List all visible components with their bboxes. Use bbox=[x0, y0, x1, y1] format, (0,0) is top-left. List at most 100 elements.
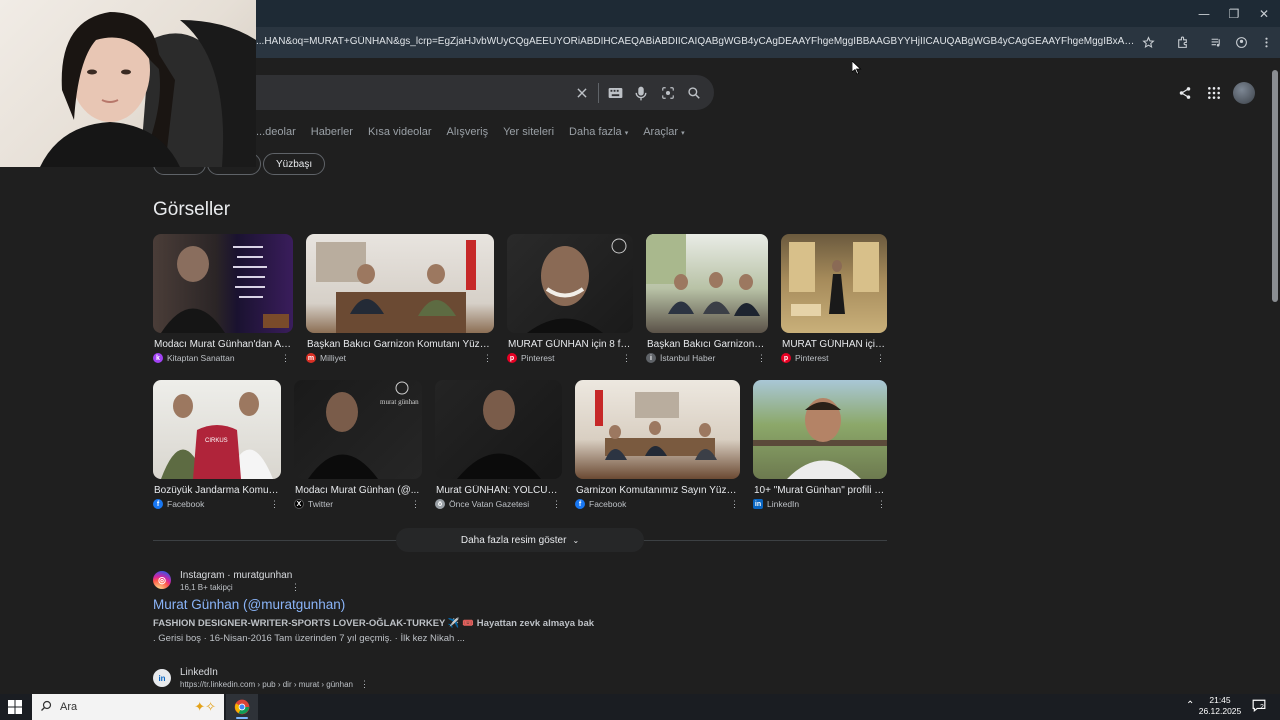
site-favicon-icon: m bbox=[306, 353, 316, 363]
tab-shopping[interactable]: Alışveriş bbox=[447, 126, 489, 142]
more-options-icon[interactable]: ⋮ bbox=[877, 499, 886, 510]
more-images-button[interactable]: Daha fazla resim göster ⌄ bbox=[396, 528, 644, 552]
tab-more[interactable]: Daha fazla ▾ bbox=[569, 126, 628, 142]
tab-news[interactable]: Haberler bbox=[311, 126, 353, 142]
taskbar-chrome-app[interactable] bbox=[226, 694, 258, 720]
image-source[interactable]: p Pinterest bbox=[507, 353, 555, 363]
filter-chip-yuzbasi[interactable]: Yüzbaşı bbox=[263, 153, 326, 175]
url-text[interactable]: ...HAN&oq=MURAT+GÜNHAN&gs_lcrp=EgZjaHJvb… bbox=[256, 36, 1136, 47]
more-options-icon[interactable]: ⋮ bbox=[622, 353, 631, 364]
bookmark-star-icon[interactable] bbox=[1138, 33, 1158, 51]
tab-videos[interactable]: ...deolar bbox=[256, 126, 296, 142]
image-source[interactable]: m Milliyet bbox=[306, 353, 346, 363]
image-caption[interactable]: MURAT GÜNHAN için... bbox=[782, 339, 886, 350]
image-thumbnail[interactable] bbox=[435, 380, 562, 479]
image-thumbnail[interactable] bbox=[646, 234, 768, 333]
result-title-link[interactable]: Murat Günhan (@muratgunhan) bbox=[153, 597, 345, 612]
image-thumbnail[interactable] bbox=[753, 380, 887, 479]
site-favicon-icon: i bbox=[646, 353, 656, 363]
media-controls-icon[interactable] bbox=[1206, 33, 1226, 51]
image-caption[interactable]: Modacı Murat Günhan (@... bbox=[295, 485, 421, 496]
result-snippet: . Gerisi boş · 16-Nisan-2016 Tam üzerind… bbox=[153, 633, 465, 644]
more-options-icon[interactable]: ⋮ bbox=[270, 499, 279, 510]
image-caption[interactable]: MURAT GÜNHAN için 8 fikir bbox=[508, 339, 632, 350]
result-breadcrumb[interactable]: https://tr.linkedin.com › pub › dir › mu… bbox=[180, 680, 353, 689]
more-options-icon[interactable]: ⋮ bbox=[730, 499, 739, 510]
image-caption[interactable]: Modacı Murat Günhan'dan Anl... bbox=[154, 339, 293, 350]
search-divider bbox=[598, 83, 599, 103]
share-icon[interactable] bbox=[1174, 82, 1196, 104]
tab-tools[interactable]: Araçlar ▾ bbox=[643, 126, 684, 142]
result-more-options-icon[interactable]: ⋮ bbox=[360, 679, 369, 690]
sparkle-icon: ✦✧ bbox=[194, 699, 216, 714]
image-source[interactable]: i İstanbul Haber bbox=[646, 353, 715, 363]
linkedin-icon: in bbox=[753, 499, 763, 509]
more-options-icon[interactable]: ⋮ bbox=[757, 353, 766, 364]
clock-date: 26.12.2025 bbox=[1198, 706, 1242, 716]
site-favicon-icon: ö bbox=[435, 499, 445, 509]
more-options-icon[interactable]: ⋮ bbox=[281, 353, 290, 364]
image-caption[interactable]: Bozüyük Jandarma Komuta... bbox=[154, 485, 280, 496]
image-thumbnail[interactable] bbox=[153, 234, 293, 333]
tab-short-videos[interactable]: Kısa videolar bbox=[368, 126, 432, 142]
extensions-icon[interactable] bbox=[1172, 33, 1192, 51]
lens-search-icon[interactable] bbox=[659, 84, 677, 102]
image-source[interactable]: f Facebook bbox=[575, 499, 626, 509]
taskbar-search-box[interactable]: Ara ✦✧ bbox=[32, 694, 224, 720]
more-options-icon[interactable]: ⋮ bbox=[411, 499, 420, 510]
mouse-cursor bbox=[851, 60, 862, 75]
profile-icon[interactable] bbox=[1231, 33, 1251, 51]
image-thumbnail[interactable]: murat günhan bbox=[294, 380, 422, 479]
images-section-title: Görseller bbox=[153, 199, 231, 220]
minimize-button[interactable]: — bbox=[1188, 0, 1220, 27]
chrome-menu-icon[interactable] bbox=[1256, 33, 1276, 51]
image-thumbnail[interactable]: CIRKUS bbox=[153, 380, 281, 479]
taskbar-clock[interactable]: 21:45 26.12.2025 bbox=[1194, 695, 1246, 717]
image-caption[interactable]: 10+ "Murat Günhan" profili | L... bbox=[754, 485, 886, 496]
twitter-x-icon: X bbox=[294, 499, 304, 509]
image-thumbnail[interactable] bbox=[507, 234, 633, 333]
image-caption[interactable]: Başkan Bakıcı Garnizon K... bbox=[647, 339, 767, 350]
result-site-name[interactable]: LinkedIn bbox=[180, 667, 218, 678]
search-icon bbox=[40, 700, 52, 715]
result-site-name[interactable]: Instagram · muratgunhan bbox=[180, 570, 292, 581]
account-avatar[interactable] bbox=[1233, 82, 1255, 104]
more-options-icon[interactable]: ⋮ bbox=[552, 499, 561, 510]
notifications-icon[interactable]: 2 bbox=[1252, 699, 1268, 715]
keyboard-icon[interactable] bbox=[606, 84, 624, 102]
image-caption[interactable]: Murat GÜNHAN: YOLCUL... bbox=[436, 485, 561, 496]
image-thumbnail[interactable] bbox=[306, 234, 494, 333]
image-source[interactable]: k Kitaptan Sanattan bbox=[153, 353, 235, 363]
svg-text:murat günhan: murat günhan bbox=[380, 398, 419, 406]
image-thumbnail[interactable] bbox=[575, 380, 740, 479]
close-window-button[interactable]: ✕ bbox=[1248, 0, 1280, 27]
scrollbar-thumb[interactable] bbox=[1272, 70, 1278, 302]
image-source-label: Önce Vatan Gazetesi bbox=[449, 499, 530, 509]
image-source[interactable]: p Pinterest bbox=[781, 353, 829, 363]
more-options-icon[interactable]: ⋮ bbox=[483, 353, 492, 364]
image-caption[interactable]: Başkan Bakıcı Garnizon Komutanı Yüzba... bbox=[307, 339, 493, 350]
clock-time: 21:45 bbox=[1209, 695, 1231, 705]
pinterest-icon: p bbox=[507, 353, 517, 363]
image-caption[interactable]: Garnizon Komutanımız Sayın Yüzba... bbox=[576, 485, 739, 496]
tab-places[interactable]: Yer siteleri bbox=[503, 126, 554, 142]
result-more-options-icon[interactable]: ⋮ bbox=[291, 582, 300, 593]
image-source-label: İstanbul Haber bbox=[660, 353, 716, 363]
facebook-icon: f bbox=[153, 499, 163, 509]
image-source[interactable]: in LinkedIn bbox=[753, 499, 799, 509]
google-apps-icon[interactable] bbox=[1203, 82, 1225, 104]
image-source-label: Milliyet bbox=[320, 353, 346, 363]
clear-search-icon[interactable] bbox=[573, 84, 591, 102]
image-thumbnail[interactable] bbox=[781, 234, 887, 333]
image-source-label: Twitter bbox=[308, 499, 334, 509]
restore-button[interactable]: ❐ bbox=[1218, 0, 1250, 27]
search-icon[interactable] bbox=[685, 84, 703, 102]
chevron-down-icon: ⌄ bbox=[572, 535, 580, 545]
windows-start-icon[interactable] bbox=[8, 700, 23, 714]
voice-search-icon[interactable] bbox=[632, 84, 650, 102]
image-source[interactable]: f Facebook bbox=[153, 499, 204, 509]
active-app-indicator bbox=[236, 717, 248, 719]
image-source[interactable]: ö Önce Vatan Gazetesi bbox=[435, 499, 529, 509]
image-source[interactable]: X Twitter bbox=[294, 499, 333, 509]
more-options-icon[interactable]: ⋮ bbox=[876, 353, 885, 364]
